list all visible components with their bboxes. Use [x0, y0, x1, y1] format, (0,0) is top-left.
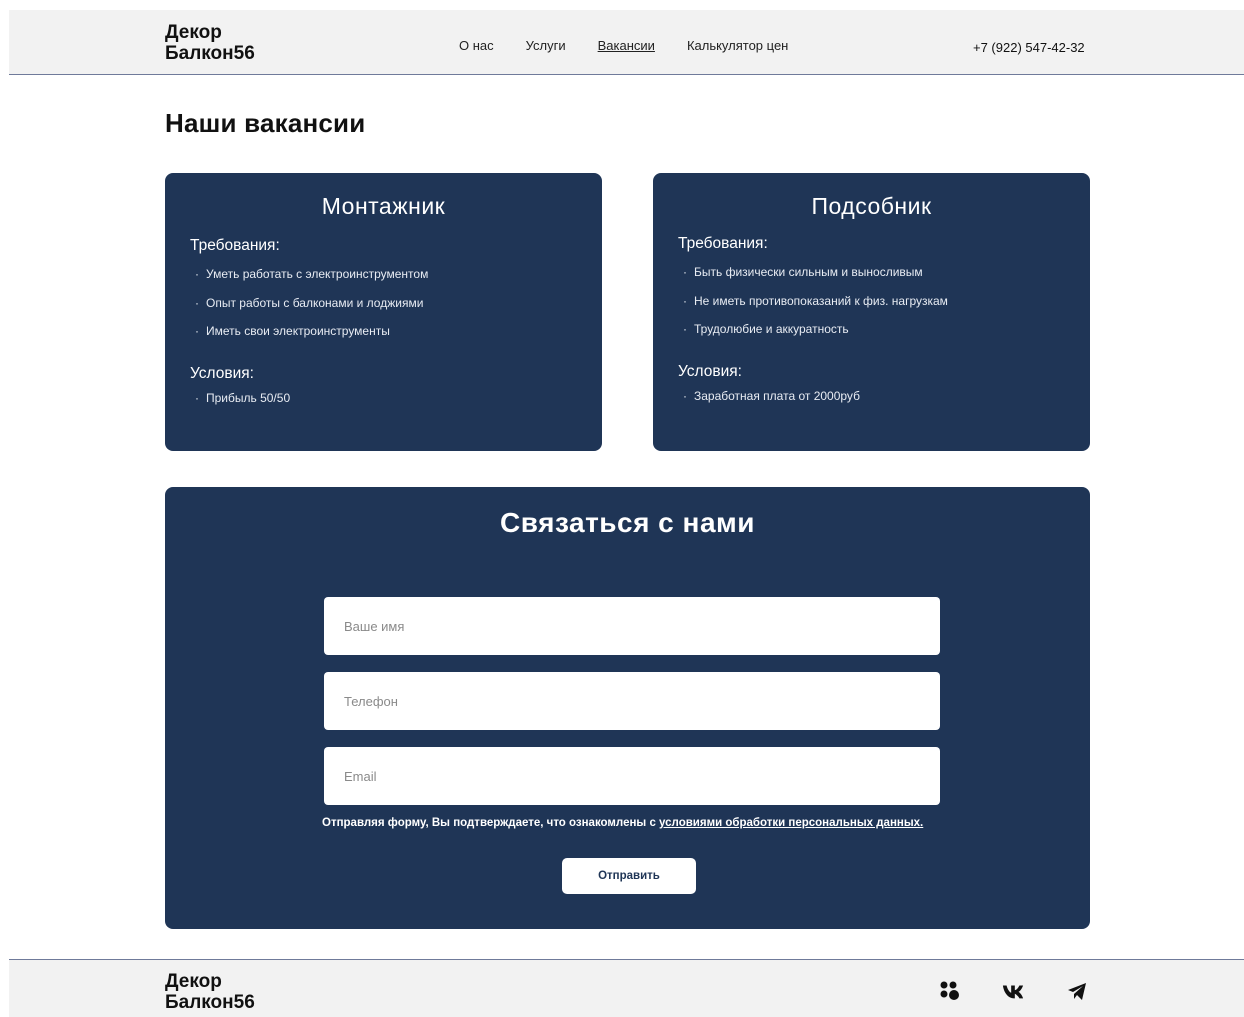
telegram-icon[interactable]: [1066, 980, 1088, 1002]
main-nav: О нас Услуги Вакансии Калькулятор цен: [459, 38, 788, 53]
four-dots-icon[interactable]: [939, 980, 961, 1002]
list-item: Трудолюбие и аккуратность: [683, 322, 948, 351]
submit-button[interactable]: Отправить: [562, 858, 696, 894]
vk-icon[interactable]: [1002, 980, 1024, 1002]
logo[interactable]: Декор Балкон56: [165, 22, 255, 64]
vacancy-title: Подсобник: [811, 193, 932, 219]
list-item: Не иметь противопоказаний к физ. нагрузк…: [683, 294, 948, 323]
consent-text: Отправляя форму, Вы подтверждаете, что о…: [322, 817, 660, 829]
list-item: Уметь работать с электроинструментом: [195, 267, 428, 296]
requirements-heading: Требования:: [190, 237, 280, 254]
contact-title: Связаться с нами: [500, 507, 755, 538]
conditions-heading: Условия:: [190, 365, 254, 382]
list-item: Быть физически сильным и выносливым: [683, 265, 948, 294]
consent-note: Отправляя форму, Вы подтверждаете, что о…: [322, 816, 942, 830]
contact-form-section: Связаться с нами Отправляя форму, Вы под…: [165, 487, 1090, 929]
list-item: Прибыль 50/50: [195, 391, 290, 420]
list-item: Иметь свои электроинструменты: [195, 324, 428, 353]
vacancy-card-helper: Подсобник Требования: Быть физически сил…: [653, 173, 1090, 451]
privacy-policy-link[interactable]: условиями обработки персональных данных.: [659, 817, 923, 829]
nav-link-calculator[interactable]: Калькулятор цен: [687, 38, 788, 53]
site-header: Декор Балкон56 О нас Услуги Вакансии Кал…: [9, 10, 1244, 75]
vacancy-title: Монтажник: [321, 193, 446, 219]
phone-input[interactable]: [324, 672, 940, 730]
name-input[interactable]: [324, 597, 940, 655]
page-title: Наши вакансии: [165, 108, 366, 138]
site-footer: Декор Балкон56: [9, 959, 1244, 1017]
conditions-heading: Условия:: [678, 363, 742, 380]
nav-link-services[interactable]: Услуги: [526, 38, 566, 53]
phone-number[interactable]: +7 (922) 547-42-32: [973, 40, 1085, 55]
footer-logo[interactable]: Декор Балкон56: [165, 971, 255, 1013]
logo-line-2: Балкон56: [165, 992, 255, 1013]
requirements-list: Уметь работать с электроинструментом Опы…: [195, 267, 428, 353]
requirements-list: Быть физически сильным и выносливым Не и…: [683, 265, 948, 351]
nav-link-about[interactable]: О нас: [459, 38, 494, 53]
list-item: Опыт работы с балконами и лоджиями: [195, 296, 428, 325]
requirements-heading: Требования:: [678, 235, 768, 252]
conditions-list: Прибыль 50/50: [195, 391, 290, 420]
conditions-list: Заработная плата от 2000руб: [683, 389, 860, 418]
vacancy-card-installer: Монтажник Требования: Уметь работать с э…: [165, 173, 602, 451]
list-item: Заработная плата от 2000руб: [683, 389, 860, 418]
logo-line-1: Декор: [165, 22, 222, 43]
nav-link-vacancies[interactable]: Вакансии: [598, 38, 655, 53]
email-input[interactable]: [324, 747, 940, 805]
logo-line-1: Декор: [165, 971, 222, 992]
logo-line-2: Балкон56: [165, 43, 255, 64]
